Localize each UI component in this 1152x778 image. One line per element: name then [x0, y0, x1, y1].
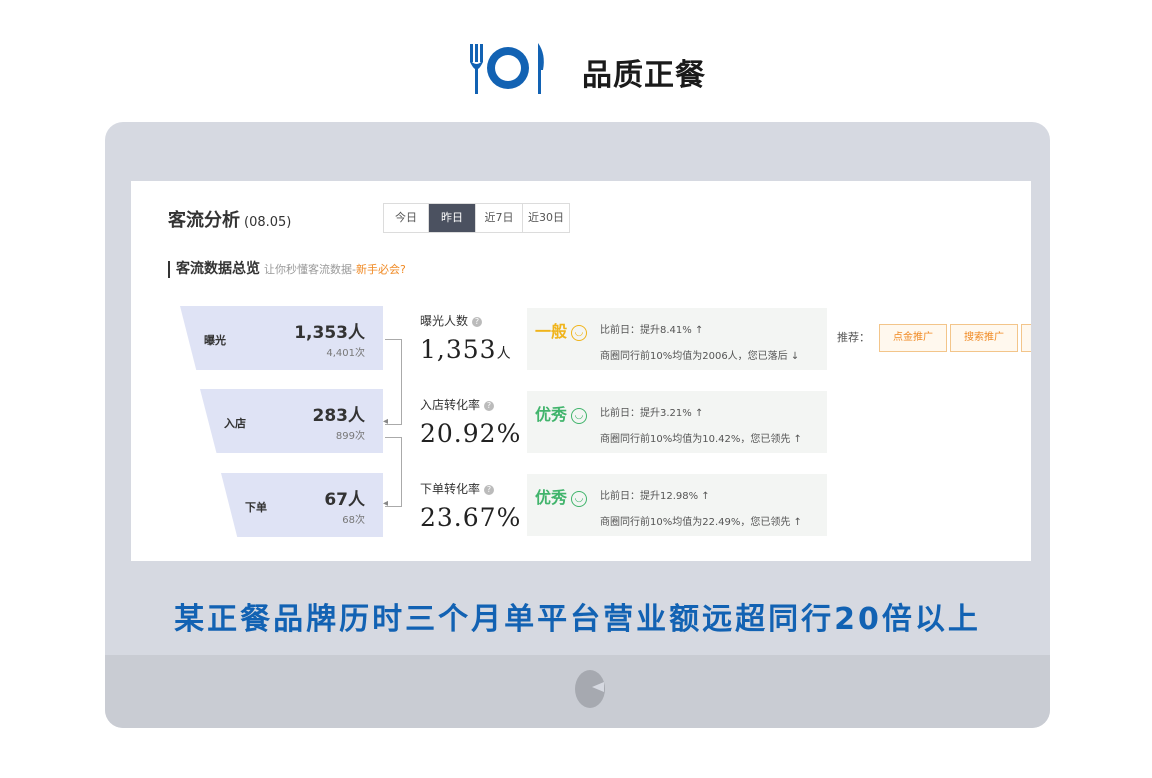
grade-text: 一般	[535, 322, 568, 341]
date-range-tabs: 今日 昨日 近7日 近30日	[383, 203, 570, 233]
smile-icon: ◡	[571, 491, 588, 507]
funnel-label: 曝光	[204, 334, 226, 347]
funnel-count: 1,353人	[294, 323, 365, 343]
tab-last-30-days[interactable]: 近30日	[522, 204, 569, 232]
power-button-icon	[575, 670, 605, 708]
brand-header: 品质正餐	[0, 38, 1152, 98]
compare-previous-day: 比前日：提升3.21% ↑	[600, 408, 704, 419]
gold-promotion-button[interactable]: 点金推广	[879, 324, 947, 352]
metric-label: 下单转化率?	[420, 480, 521, 497]
overview-title-text: 客流数据总览	[176, 261, 260, 277]
funnel-order: 下单 67人 68次	[221, 473, 383, 537]
compare-previous-day: 比前日：提升12.98% ↑	[600, 491, 710, 502]
grade-badge: 优秀 ◡	[535, 401, 588, 425]
metric-label-text: 入店转化率	[420, 398, 481, 412]
grade-text: 优秀	[535, 488, 568, 507]
compare-peers: 商圈同行前10%均值为22.49%，您已领先 ↑	[600, 517, 802, 528]
metric-label-text: 曝光人数	[420, 314, 469, 328]
funnel-exposure: 曝光 1,353人 4,401次	[180, 306, 383, 370]
beginner-guide-link[interactable]: 新手必会?	[356, 263, 406, 276]
metric-value: 20.92%	[420, 419, 521, 448]
help-icon[interactable]: ?	[484, 401, 495, 411]
arrow-left-icon: ◂	[383, 498, 389, 509]
grade-badge: 优秀 ◡	[535, 484, 588, 508]
funnel-enter-store: 入店 283人 899次	[200, 389, 383, 453]
fork-plate-knife-icon	[470, 43, 544, 94]
metric-order-conversion: 下单转化率? 23.67%	[420, 480, 521, 532]
grade-badge: 一般 ◡	[535, 318, 588, 342]
promo-caption: 某正餐品牌历时三个月单平台营业额远超同行20倍以上	[174, 602, 981, 637]
analytics-screen: 客流分析 (08.05) 今日 昨日 近7日 近30日 客流数据总览 让你秒懂客流数…	[131, 181, 1031, 561]
metric-unit: 人	[496, 346, 512, 362]
funnel-times: 4,401次	[326, 348, 365, 359]
funnel-label: 入店	[224, 417, 246, 430]
search-promotion-button[interactable]: 搜索推广	[950, 324, 1018, 352]
compare-card-store-conversion: 优秀 ◡ 比前日：提升3.21% ↑ 商圈同行前10%均值为10.42%，您已领先…	[527, 391, 827, 453]
compare-card-exposure: 一般 ◡ 比前日：提升8.41% ↑ 商圈同行前10%均值为2006人，您已落后 …	[527, 308, 827, 370]
monitor-frame: 客流分析 (08.05) 今日 昨日 近7日 近30日 客流数据总览 让你秒懂客流数…	[105, 122, 1050, 728]
metric-number: 1,353	[420, 335, 497, 364]
metric-label: 曝光人数?	[420, 312, 512, 329]
metric-value: 1,353人	[420, 335, 512, 364]
metric-number: 20.92%	[420, 419, 522, 448]
smile-icon: ◡	[571, 325, 588, 341]
overview-title: 客流数据总览 让你秒懂客流数据-新手必会?	[168, 261, 406, 278]
funnel-label: 下单	[245, 501, 267, 514]
tab-yesterday[interactable]: 昨日	[428, 204, 475, 232]
metric-store-conversion: 入店转化率? 20.92%	[420, 396, 521, 448]
funnel-count: 283人	[312, 406, 366, 426]
metric-label-text: 下单转化率	[420, 482, 481, 496]
recommend-label: 推荐：	[837, 331, 870, 344]
metric-number: 23.67%	[420, 503, 522, 532]
help-icon[interactable]: ?	[472, 317, 483, 327]
compare-peers: 商圈同行前10%均值为2006人，您已落后 ↓	[600, 351, 800, 362]
page-date: (08.05)	[244, 215, 292, 230]
grade-text: 优秀	[535, 405, 568, 424]
compare-previous-day: 比前日：提升8.41% ↑	[600, 325, 704, 336]
tab-last-7-days[interactable]: 近7日	[475, 204, 522, 232]
overview-hint: 让你秒懂客流数据-	[264, 263, 356, 276]
funnel-connector	[385, 437, 402, 507]
brand-title: 品质正餐	[582, 58, 706, 93]
compare-card-order-conversion: 优秀 ◡ 比前日：提升12.98% ↑ 商圈同行前10%均值为22.49%，您已领…	[527, 474, 827, 536]
metric-exposure: 曝光人数? 1,353人	[420, 312, 512, 364]
more-promotion-button[interactable]	[1021, 324, 1031, 352]
tab-today[interactable]: 今日	[384, 204, 428, 232]
page-title: 客流分析 (08.05)	[168, 206, 291, 232]
funnel-times: 899次	[335, 431, 365, 442]
arrow-left-icon: ◂	[383, 416, 389, 427]
compare-peers: 商圈同行前10%均值为10.42%，您已领先 ↑	[600, 434, 802, 445]
help-icon[interactable]: ?	[484, 485, 495, 495]
funnel-connector	[385, 339, 402, 425]
page-title-text: 客流分析	[168, 210, 240, 231]
funnel-times: 68次	[342, 515, 365, 526]
funnel-count: 67人	[324, 490, 365, 510]
metric-value: 23.67%	[420, 503, 521, 532]
metric-label: 入店转化率?	[420, 396, 521, 413]
smile-icon: ◡	[571, 408, 588, 424]
